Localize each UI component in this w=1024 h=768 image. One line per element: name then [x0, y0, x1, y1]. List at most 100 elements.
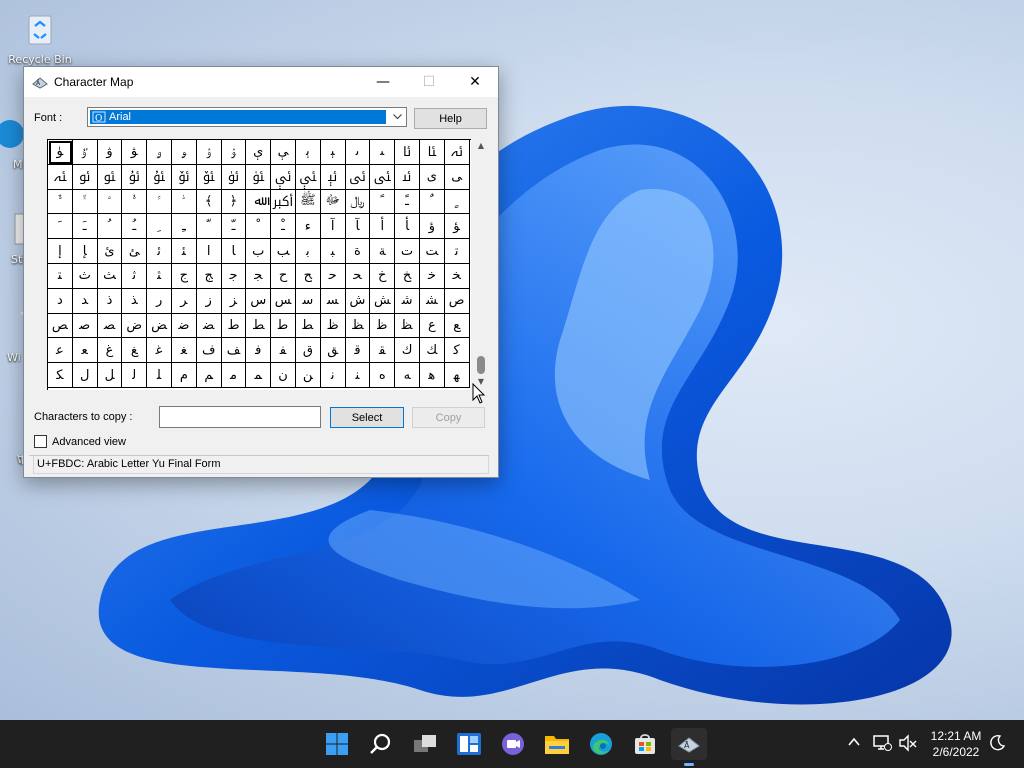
character-cell[interactable]: ﱡ — [122, 189, 148, 215]
character-cell[interactable]: ﻫ — [419, 363, 445, 388]
character-cell[interactable]: ﺎ — [221, 239, 247, 264]
character-cell[interactable]: ﺪ — [72, 288, 98, 314]
character-cell[interactable]: ﺰ — [221, 288, 247, 314]
character-cell[interactable]: ﹿ — [271, 214, 296, 240]
grid-scrollbar[interactable]: ▲ ▼ — [474, 139, 488, 389]
character-cell[interactable]: ﺵ — [345, 288, 371, 314]
character-cell[interactable]: ﯼ — [419, 164, 445, 190]
character-grid[interactable]: ﯜﯝﯞﯟﯠﯡﯢﯣﯤﯥﯦﯧﯨﯩﯪﯫﯬ ﯭﯮﯯﯰﯱﯲﯳﯴﯵﯶﯷﯸﯹﯺﯻﯼﯽ ﱞﱟﱠﱡﱢﱣ… — [47, 139, 471, 390]
character-cell[interactable]: ﻖ — [320, 338, 346, 364]
scroll-up-arrow-icon[interactable]: ▲ — [476, 141, 486, 151]
character-cell[interactable]: ﯟ — [122, 140, 148, 165]
scroll-thumb[interactable] — [477, 356, 485, 374]
character-map-window[interactable]: Ā Character Map — ☐ ✕ Font : O Arial Help… — [23, 66, 499, 478]
character-cell[interactable]: ﴿ — [221, 189, 247, 215]
character-cell[interactable]: ﻌ — [72, 338, 98, 364]
character-cell[interactable]: ﻡ — [171, 363, 197, 388]
title-bar[interactable]: Ā Character Map — ☐ ✕ — [24, 67, 498, 97]
character-cell[interactable]: ﯱ — [147, 164, 172, 190]
character-cell[interactable]: ﺳ — [295, 288, 321, 314]
character-cell[interactable]: ﺂ — [345, 214, 371, 240]
character-cell[interactable]: ﻚ — [419, 338, 445, 364]
character-cell[interactable]: ﴾ — [196, 189, 222, 215]
character-cell[interactable]: ﯩ — [370, 140, 396, 165]
character-cell[interactable]: ﺯ — [196, 288, 222, 314]
character-cell[interactable]: ﹽ — [221, 214, 247, 240]
character-cell[interactable]: ﺼ — [97, 313, 123, 339]
character-cell[interactable]: ﻊ — [444, 313, 470, 339]
character-cell[interactable]: ﹸ — [97, 214, 123, 240]
character-cell[interactable]: ﹷ — [72, 214, 98, 240]
help-button[interactable]: Help — [414, 108, 487, 129]
character-cell[interactable]: ﻔ — [271, 338, 296, 364]
character-cell[interactable]: ﯹ — [345, 164, 371, 190]
chat-icon[interactable] — [497, 728, 529, 760]
character-cell[interactable]: ﺁ — [320, 214, 346, 240]
character-cell[interactable]: ﻨ — [345, 363, 371, 388]
character-cell[interactable]: ﻏ — [147, 338, 172, 364]
character-cell[interactable]: ﹻ — [171, 214, 197, 240]
character-cell[interactable]: ﺿ — [171, 313, 197, 339]
character-cell[interactable]: ﺑ — [295, 239, 321, 264]
character-cell[interactable]: ﺙ — [72, 263, 98, 289]
character-cell[interactable]: ﯴ — [221, 164, 247, 190]
character-cell[interactable]: ﻤ — [246, 363, 272, 388]
character-cell[interactable]: ﯣ — [221, 140, 247, 165]
store-icon[interactable] — [629, 728, 661, 760]
character-cell[interactable]: ﺚ — [97, 263, 123, 289]
character-cell[interactable]: ﺽ — [122, 313, 148, 339]
character-cell[interactable]: ﯜ — [48, 140, 73, 165]
character-cell[interactable]: ﺩ — [48, 288, 73, 314]
character-cell[interactable]: ﻍ — [97, 338, 123, 364]
character-cell[interactable]: ﺋ — [147, 239, 172, 264]
character-cell[interactable]: ﯦ — [295, 140, 321, 165]
chevron-up-icon[interactable] — [846, 734, 862, 753]
character-cell[interactable]: ﺅ — [419, 214, 445, 240]
character-cell[interactable]: ﺇ — [48, 239, 73, 264]
chevron-down-icon[interactable] — [389, 108, 406, 126]
character-cell[interactable]: ﻀ — [196, 313, 222, 339]
character-cell[interactable]: ﺀ — [295, 214, 321, 240]
character-cell[interactable]: ﯝ — [72, 140, 98, 165]
character-cell[interactable]: ﺴ — [320, 288, 346, 314]
character-cell[interactable]: ﻇ — [370, 313, 396, 339]
character-cell[interactable]: ﺶ — [370, 288, 396, 314]
character-cell[interactable]: ﹹ — [122, 214, 148, 240]
character-cell[interactable]: ﺒ — [320, 239, 346, 264]
character-cell[interactable]: ﺷ — [395, 288, 420, 314]
network-icon[interactable] — [872, 734, 892, 755]
character-cell[interactable]: ﯵ — [246, 164, 272, 190]
character-cell[interactable]: ﻅ — [320, 313, 346, 339]
character-cell[interactable]: ﻠ — [147, 363, 172, 388]
character-cell[interactable]: ﻈ — [395, 313, 420, 339]
character-cell[interactable]: ﯰ — [122, 164, 148, 190]
character-cell[interactable]: ﯳ — [196, 164, 222, 190]
character-cell[interactable]: ﺟ — [221, 263, 247, 289]
character-cell[interactable]: ﷼ — [345, 189, 371, 215]
characters-to-copy-input[interactable] — [159, 406, 321, 428]
checkbox-box[interactable] — [34, 435, 47, 448]
volume-muted-icon[interactable] — [898, 734, 918, 755]
character-cell[interactable]: ﹶ — [48, 214, 73, 240]
character-cell[interactable]: ﹲ — [419, 189, 445, 215]
edge-icon[interactable] — [585, 728, 617, 760]
character-cell[interactable]: ﯠ — [147, 140, 172, 165]
file-explorer-icon[interactable] — [541, 728, 573, 760]
character-cell[interactable]: ﺜ — [147, 263, 172, 289]
character-cell[interactable]: ﺆ — [444, 214, 470, 240]
character-cell[interactable]: ﻪ — [395, 363, 420, 388]
character-cell[interactable]: ﯨ — [345, 140, 371, 165]
character-cell[interactable]: ﺨ — [444, 263, 470, 289]
character-cell[interactable]: ﻁ — [221, 313, 247, 339]
character-cell[interactable]: ﺸ — [419, 288, 445, 314]
character-cell[interactable]: ﻙ — [395, 338, 420, 364]
character-cell[interactable]: ﺤ — [345, 263, 371, 289]
character-cell[interactable]: ﱣ — [171, 189, 197, 215]
character-map-taskbar-icon[interactable]: Ā — [671, 728, 707, 766]
close-button[interactable]: ✕ — [452, 67, 498, 97]
character-cell[interactable]: ﻥ — [271, 363, 296, 388]
character-cell[interactable]: ﺱ — [246, 288, 272, 314]
character-cell[interactable]: ﺍ — [196, 239, 222, 264]
character-cell[interactable]: ﯶ — [271, 164, 296, 190]
character-cell[interactable]: ﺺ — [48, 313, 73, 339]
